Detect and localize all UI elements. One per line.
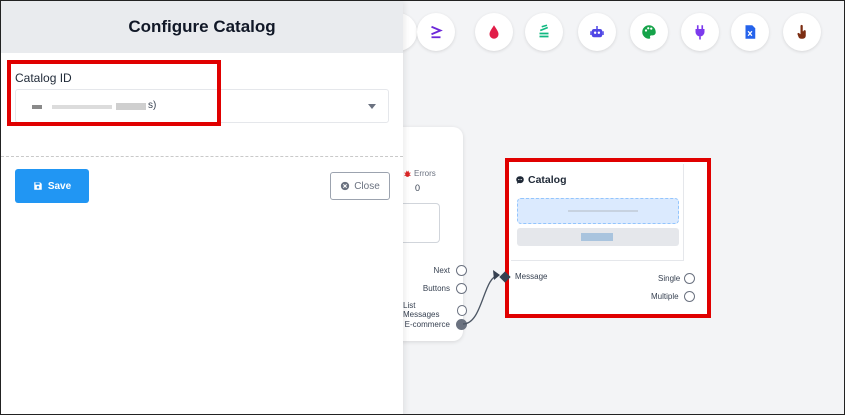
outlet-next[interactable]: Next — [403, 265, 467, 276]
catalog-output-multiple-handle[interactable] — [684, 291, 695, 302]
errors-label: Errors — [414, 169, 436, 178]
catalog-input-label: Message — [515, 272, 548, 281]
save-button[interactable]: Save — [15, 169, 89, 203]
outlet-ecommerce-label: E-commerce — [404, 320, 450, 329]
catalog-card[interactable]: Catalog — [511, 164, 684, 261]
outlet-list-messages-label: List Messages — [403, 301, 440, 319]
excel-file-icon — [745, 25, 756, 39]
toolbar-palette-button[interactable] — [630, 13, 668, 51]
toolbar-robot-button[interactable] — [578, 13, 616, 51]
screenshot-frame: rs Errors 0 Next Buttons List Messages E… — [0, 0, 845, 415]
catalog-title-text: Catalog — [528, 174, 567, 186]
toolbar-pointer-button[interactable] — [783, 13, 821, 51]
errors-stat: Errors — [403, 169, 436, 178]
bug-icon — [404, 170, 411, 177]
stack-icon — [539, 24, 549, 38]
flow-canvas[interactable]: rs Errors 0 Next Buttons List Messages E… — [403, 1, 844, 414]
chevron-down-icon — [368, 104, 376, 109]
close-circle-icon — [341, 181, 350, 191]
save-button-label: Save — [47, 180, 72, 192]
partial-node-content-box — [403, 203, 440, 243]
catalog-output-single-handle[interactable] — [684, 273, 695, 284]
robot-icon — [590, 26, 604, 38]
toolbar-greater-equal-button[interactable] — [417, 13, 455, 51]
toolbar-partial-button[interactable] — [403, 13, 417, 51]
catalog-node[interactable]: Catalog Message Single Multiple — [499, 158, 711, 318]
outlet-buttons[interactable]: Buttons — [403, 283, 467, 294]
toolbar-plug-button[interactable] — [681, 13, 719, 51]
errors-value: 0 — [415, 183, 421, 193]
palette-icon — [642, 25, 656, 39]
greater-equal-icon — [431, 25, 443, 39]
pointer-hand-icon — [797, 24, 806, 39]
plug-icon — [695, 25, 705, 40]
catalog-title: Catalog — [515, 174, 567, 186]
catalog-id-highlight — [7, 60, 221, 126]
outlet-ecommerce[interactable]: E-commerce — [403, 319, 467, 330]
outlet-list-messages[interactable]: List Messages — [403, 301, 467, 319]
outlet-next-handle[interactable] — [456, 265, 467, 276]
close-button-label: Close — [354, 180, 380, 192]
catalog-button-preview — [517, 228, 679, 246]
toolbar-drop-button[interactable] — [475, 13, 513, 51]
outlet-next-label: Next — [433, 266, 450, 275]
catalog-output-multiple-label: Multiple — [651, 292, 679, 301]
panel-header: Configure Catalog — [1, 1, 403, 53]
catalog-output-single-label: Single — [658, 274, 681, 283]
outlet-ecommerce-handle[interactable] — [456, 319, 467, 330]
panel-title: Configure Catalog — [128, 17, 276, 36]
outlet-list-messages-handle[interactable] — [456, 304, 467, 316]
toolbar-stack-button[interactable] — [525, 13, 563, 51]
drop-icon — [489, 25, 499, 39]
catalog-body-preview — [517, 198, 679, 224]
configure-catalog-panel: Configure Catalog Catalog ID s) Save Clo… — [1, 1, 403, 414]
outlet-buttons-handle[interactable] — [456, 283, 467, 294]
chat-bubble-icon — [516, 176, 524, 184]
floppy-disk-icon — [34, 182, 42, 190]
toolbar-excel-button[interactable] — [731, 13, 769, 51]
outlet-buttons-label: Buttons — [422, 284, 450, 293]
catalog-input-handle[interactable] — [499, 271, 511, 283]
panel-divider — [1, 156, 403, 157]
close-button[interactable]: Close — [330, 172, 390, 200]
